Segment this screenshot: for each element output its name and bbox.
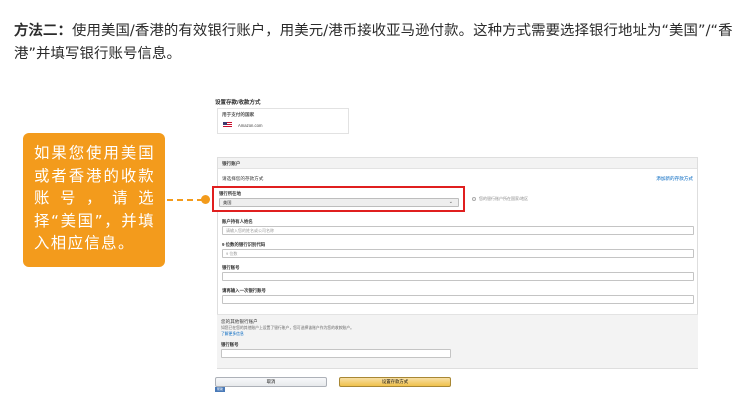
add-deposit-method-link[interactable]: 添加新的存款方式 (656, 176, 693, 182)
other-bank-desc: 如您已在您的其他账户上设置了银行账户，您可选择该账户作为您的收款账户。 (221, 326, 354, 330)
us-flag-icon (223, 122, 232, 128)
deposit-method-label: 请选择您的存款方式 (222, 176, 264, 181)
help-tab[interactable]: 帮助 (215, 387, 225, 392)
bank-country-label: 银行所在地 (219, 191, 241, 196)
marketplace-box: 用于支付的国家 Amazon.com (217, 108, 349, 134)
marketplace-value: Amazon.com (238, 123, 263, 128)
account-number-input[interactable] (222, 272, 694, 281)
bank-country-value: 美国 (223, 200, 232, 205)
marketplace-label: 用于支付的国家 (222, 112, 255, 117)
confirm-account-number-label: 请再输入一次银行账号 (222, 288, 266, 293)
other-bank-input[interactable] (221, 349, 451, 358)
learn-more-link[interactable]: 了解更多信息 (221, 332, 244, 337)
routing-number-input[interactable]: 9 位数 (222, 249, 694, 258)
account-holder-input[interactable]: 请输入您的姓名或公司名称 (222, 226, 694, 235)
confirm-account-number-input[interactable] (222, 295, 694, 304)
account-number-label: 银行账号 (222, 265, 240, 270)
deposit-method-title: 设置存款/收款方式 (215, 100, 261, 106)
bank-country-highlight: 银行所在地 美国 ⌄ (212, 186, 465, 212)
chevron-down-icon: ⌄ (448, 199, 453, 205)
embedded-screenshot: 设置存款/收款方式 用于支付的国家 Amazon.com 银行账户 请选择您的存… (211, 95, 705, 419)
callout-connector-line (167, 199, 203, 201)
cancel-button[interactable]: 取消 (215, 377, 327, 387)
other-bank-account-panel: 您的其他银行账户 如您已在您的其他账户上设置了银行账户，您可选择该账户作为您的收… (217, 314, 698, 368)
bank-account-header: 银行账户 (218, 158, 697, 169)
info-icon (472, 196, 476, 201)
intro-lead: 方法二： (14, 23, 72, 39)
intro-text: 使用美国/香港的有效银行账户，用美元/港币接收亚马逊付款。这种方式需要选择银行地… (14, 23, 733, 62)
other-bank-title: 您的其他银行账户 (221, 319, 258, 324)
callout-connector-dot (201, 195, 210, 204)
routing-number-label: 9 位数的银行识别代码 (222, 242, 266, 247)
callout-text: 如果您使用美国或者香港的收款账号，请选择“美国”，并填入相应信息。 (34, 144, 155, 252)
account-holder-label: 账户持有人姓名 (222, 219, 253, 224)
intro-paragraph: 方法二：使用美国/香港的有效银行账户，用美元/港币接收亚马逊付款。这种方式需要选… (14, 20, 739, 66)
set-deposit-method-button[interactable]: 设置存款方式 (339, 377, 451, 387)
bank-country-hint: 您的银行账户所在国家/地区 (472, 196, 528, 202)
callout-box: 如果您使用美国或者香港的收款账号，请选择“美国”，并填入相应信息。 (23, 133, 165, 267)
other-bank-label: 银行账号 (221, 342, 239, 347)
bank-country-select[interactable]: 美国 ⌄ (219, 198, 459, 207)
